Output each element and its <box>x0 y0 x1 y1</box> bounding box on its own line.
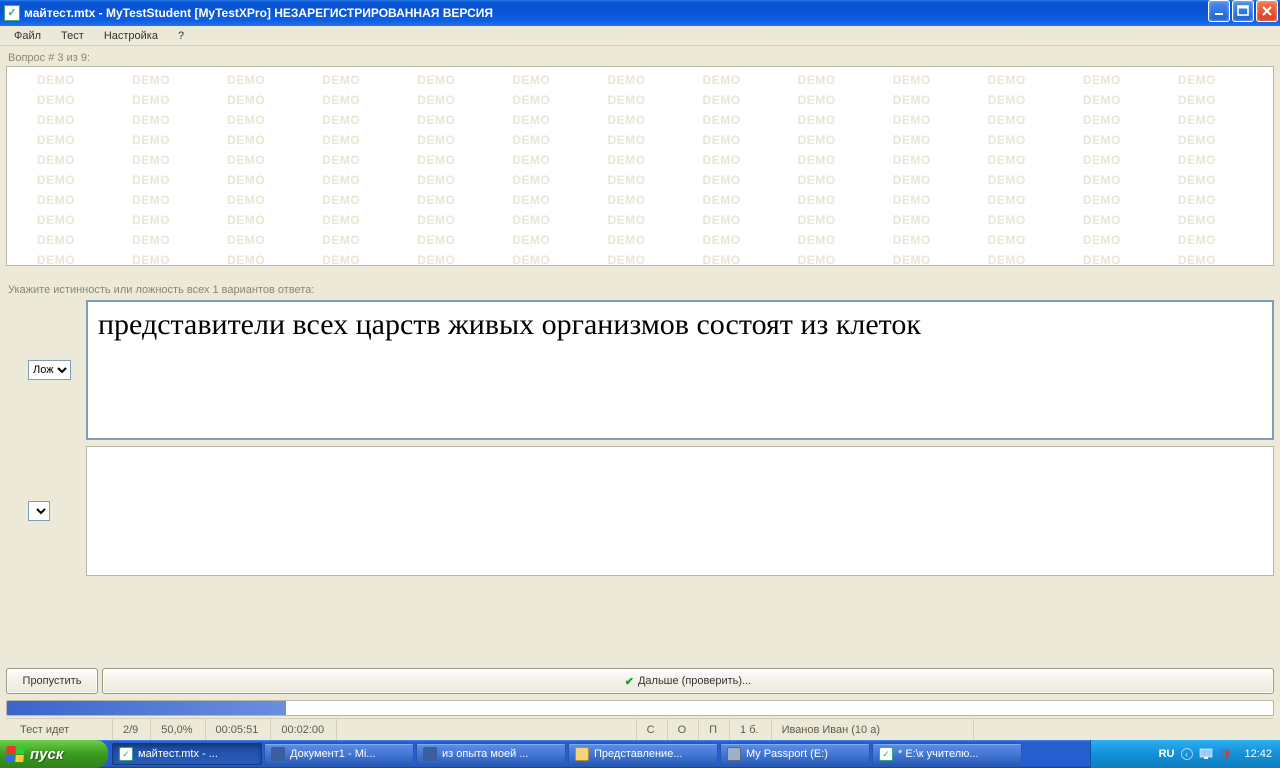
status-c: С <box>636 719 665 740</box>
start-button[interactable]: пуск <box>0 740 108 768</box>
answer1-select[interactable]: Лож <box>28 360 71 380</box>
language-indicator[interactable]: RU <box>1159 748 1175 760</box>
question-header: Вопрос # 3 из 9: <box>8 52 1274 64</box>
status-state: Тест идет <box>10 719 110 740</box>
taskbar-task-folder[interactable]: Представление... <box>568 743 718 765</box>
statusbar: Тест идет 2/9 50,0% 00:05:51 00:02:00 С … <box>6 718 1274 740</box>
skip-button-label: Пропустить <box>23 675 82 687</box>
system-tray[interactable]: RU ‹ 🛡 12:42 <box>1090 740 1280 768</box>
answer2-select[interactable] <box>28 501 50 521</box>
status-time2: 00:02:00 <box>270 719 334 740</box>
close-button[interactable] <box>1256 0 1278 22</box>
client-area: Вопрос # 3 из 9: DEMODEMODEMODEMODEMODEM… <box>0 46 1280 740</box>
minimize-button[interactable] <box>1208 0 1230 22</box>
drive-icon <box>727 747 741 761</box>
status-student: Иванов Иван (10 а) <box>771 719 971 740</box>
answers-area: Лож представители всех царств живых орга… <box>6 300 1274 662</box>
shield-icon[interactable]: 🛡 <box>1219 748 1233 761</box>
check-icon: ✔ <box>625 675 634 688</box>
mytest-icon <box>879 747 893 761</box>
folder-icon <box>575 747 589 761</box>
next-button-label: Дальше (проверить)... <box>638 675 751 687</box>
tray-expand-icon[interactable]: ‹ <box>1181 748 1193 760</box>
app-icon: ✓ <box>4 5 20 21</box>
taskbar-task-drive[interactable]: My Passport (E:) <box>720 743 870 765</box>
status-percent: 50,0% <box>150 719 202 740</box>
word-icon <box>423 747 437 761</box>
answer1-text[interactable]: представители всех царств живых организм… <box>86 300 1274 440</box>
question-box: DEMODEMODEMODEMODEMODEMODEMODEMODEMODEMO… <box>6 66 1274 266</box>
progress-bar <box>6 700 1274 716</box>
status-time1: 00:05:51 <box>205 719 269 740</box>
menu-test[interactable]: Тест <box>53 28 92 44</box>
menu-settings[interactable]: Настройка <box>96 28 166 44</box>
taskbar-task-word1[interactable]: Документ1 - Mi... <box>264 743 414 765</box>
mytest-icon <box>119 747 133 761</box>
status-progress: 2/9 <box>112 719 148 740</box>
status-p: П <box>698 719 727 740</box>
start-label: пуск <box>30 746 63 763</box>
window-title: майтест.mtx - MyTestStudent [MyTestXPro]… <box>24 6 493 20</box>
menubar: Файл Тест Настройка ? <box>0 26 1280 46</box>
taskbar: пуск майтест.mtx - ... Документ1 - Mi...… <box>0 740 1280 768</box>
clock[interactable]: 12:42 <box>1244 748 1272 760</box>
taskbar-task-editor[interactable]: * E:\к учителю... <box>872 743 1022 765</box>
menu-file[interactable]: Файл <box>6 28 49 44</box>
progress-fill <box>7 701 286 715</box>
taskbar-task-mytest[interactable]: майтест.mtx - ... <box>112 743 262 765</box>
status-o: О <box>667 719 697 740</box>
word-icon <box>271 747 285 761</box>
status-points: 1 б. <box>729 719 769 740</box>
taskbar-tasks: майтест.mtx - ... Документ1 - Mi... из о… <box>108 740 1090 768</box>
windows-flag-icon <box>5 746 25 762</box>
instruction-text: Укажите истинность или ложность всех 1 в… <box>8 284 1274 296</box>
maximize-button[interactable] <box>1232 0 1254 22</box>
answer2-text[interactable] <box>86 446 1274 576</box>
monitor-icon[interactable] <box>1199 747 1213 761</box>
taskbar-task-word2[interactable]: из опыта моей ... <box>416 743 566 765</box>
skip-button[interactable]: Пропустить <box>6 668 98 694</box>
menu-help[interactable]: ? <box>170 28 192 44</box>
titlebar: ✓ майтест.mtx - MyTestStudent [MyTestXPr… <box>0 0 1280 26</box>
next-button[interactable]: ✔ Дальше (проверить)... <box>102 668 1274 694</box>
